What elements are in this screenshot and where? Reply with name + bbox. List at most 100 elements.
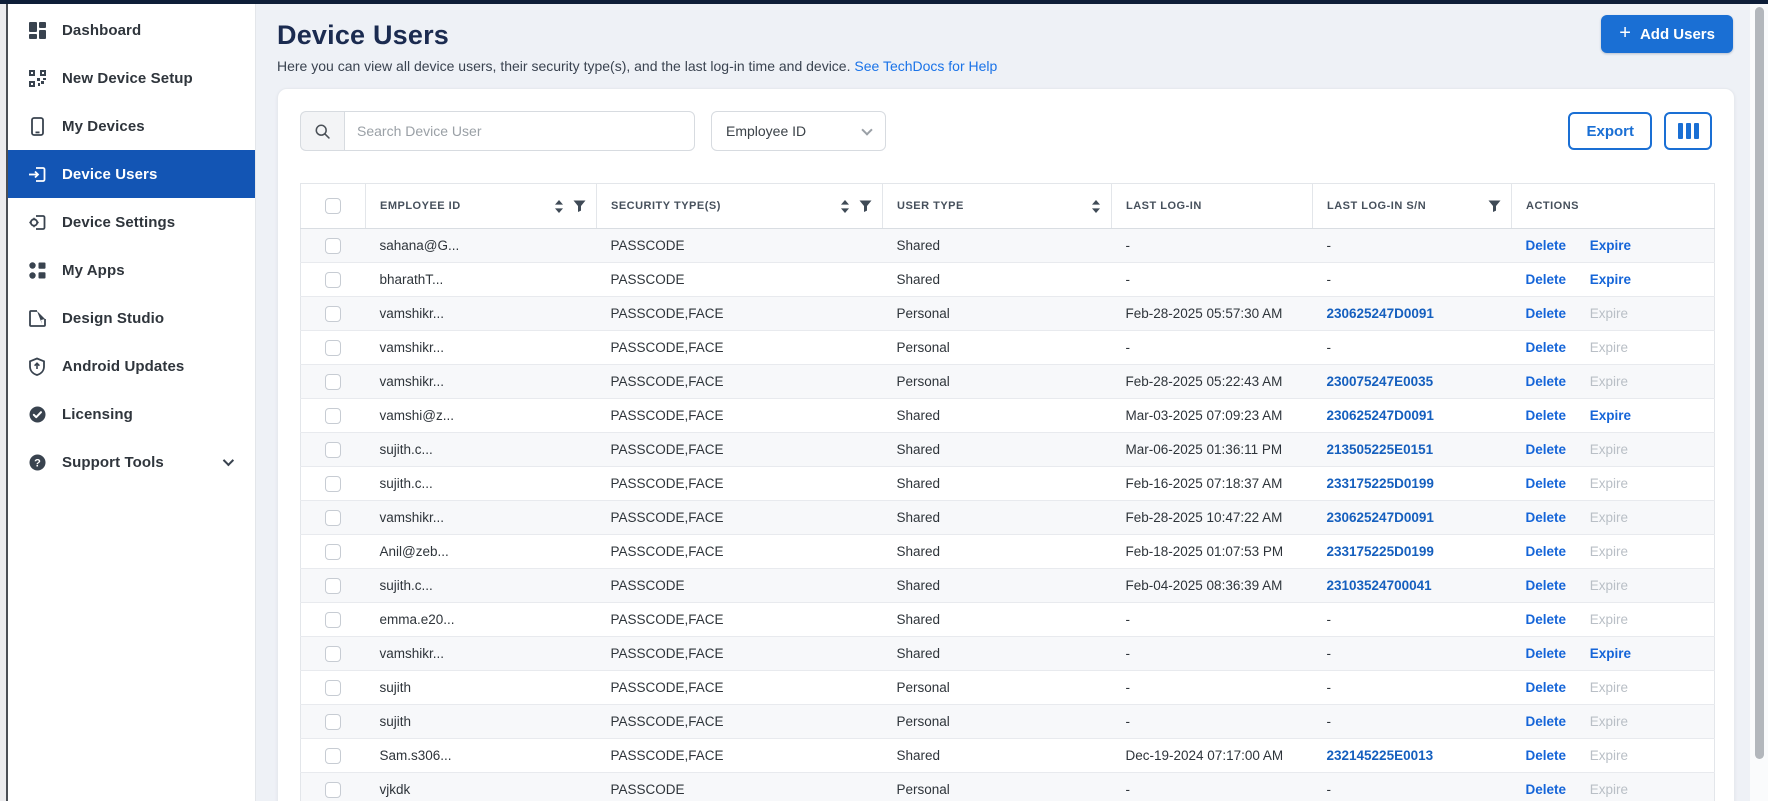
last-login-sn-cell: 230075247E0035 (1312, 364, 1512, 399)
sidebar-item-dashboard[interactable]: Dashboard (8, 6, 255, 54)
row-checkbox[interactable] (325, 747, 342, 764)
delete-link[interactable]: Delete (1526, 578, 1567, 593)
user-type-cell: Shared (882, 228, 1112, 263)
serial-number-link[interactable]: 213505225E0151 (1327, 442, 1434, 457)
filter-icon[interactable] (1488, 200, 1501, 213)
actions-cell: Delete Expire (1511, 228, 1715, 263)
filter-icon[interactable] (573, 200, 586, 213)
sidebar-item-label: New Device Setup (62, 69, 193, 87)
column-settings-button[interactable] (1664, 112, 1712, 150)
row-checkbox[interactable] (325, 679, 342, 696)
sidebar-item-device-settings[interactable]: Device Settings (8, 198, 255, 246)
search-field-dropdown[interactable]: Employee ID (711, 111, 886, 151)
sort-icon[interactable] (840, 199, 850, 213)
row-checkbox[interactable] (325, 441, 342, 458)
actions-cell: Delete Expire (1511, 602, 1715, 637)
sort-icon[interactable] (1091, 199, 1101, 213)
row-checkbox[interactable] (325, 339, 342, 356)
last-login-cell: - (1111, 704, 1313, 739)
scrollbar-thumb[interactable] (1755, 7, 1764, 759)
last-login-sn-cell: 230625247D0091 (1312, 398, 1512, 433)
row-checkbox[interactable] (325, 543, 342, 560)
table-row: vamshikr... PASSCODE,FACE Personal - - D… (300, 330, 1715, 365)
delete-link[interactable]: Delete (1526, 238, 1567, 253)
row-checkbox[interactable] (325, 271, 342, 288)
delete-link[interactable]: Delete (1526, 476, 1567, 491)
search-input[interactable] (344, 111, 695, 151)
sort-icon[interactable] (554, 199, 564, 213)
select-all-checkbox[interactable] (325, 197, 341, 214)
row-checkbox[interactable] (325, 305, 342, 322)
serial-number-link[interactable]: 230625247D0091 (1327, 306, 1434, 321)
delete-link[interactable]: Delete (1526, 680, 1567, 695)
sidebar-item-support-tools[interactable]: ? Support Tools (8, 438, 255, 486)
serial-number-link[interactable]: 23103524700041 (1327, 578, 1432, 593)
serial-number-link[interactable]: 233175225D0199 (1327, 476, 1434, 491)
expire-link[interactable]: Expire (1590, 272, 1631, 287)
last-login-cell: Feb-04-2025 08:36:39 AM (1111, 568, 1313, 603)
table-row: sujith.c... PASSCODE Shared Feb-04-2025 … (300, 568, 1715, 603)
delete-link[interactable]: Delete (1526, 340, 1567, 355)
column-header-last_login[interactable]: LAST LOG-IN (1111, 183, 1313, 229)
delete-link[interactable]: Delete (1526, 510, 1567, 525)
row-checkbox[interactable] (325, 645, 342, 662)
delete-link[interactable]: Delete (1526, 272, 1567, 287)
column-header-security[interactable]: SECURITY TYPE(S) (596, 183, 883, 229)
export-button[interactable]: Export (1568, 112, 1652, 150)
serial-number-link[interactable]: 233175225D0199 (1327, 544, 1434, 559)
phone-icon (26, 115, 48, 137)
security-type-cell: PASSCODE (596, 772, 883, 801)
row-checkbox[interactable] (325, 611, 342, 628)
employee-id-cell: sahana@G... (365, 228, 597, 263)
row-checkbox[interactable] (325, 577, 342, 594)
column-header-user_type[interactable]: USER TYPE (882, 183, 1112, 229)
last-login-sn-cell: - (1312, 772, 1512, 801)
expire-link[interactable]: Expire (1590, 408, 1631, 423)
filter-icon[interactable] (859, 200, 872, 213)
delete-link[interactable]: Delete (1526, 408, 1567, 423)
techdocs-help-link[interactable]: See TechDocs for Help (854, 58, 997, 74)
column-header-actions[interactable]: ACTIONS (1511, 183, 1715, 229)
table-row: vamshikr... PASSCODE,FACE Personal Feb-2… (300, 364, 1715, 399)
delete-link[interactable]: Delete (1526, 714, 1567, 729)
sidebar-item-design-studio[interactable]: Design Studio (8, 294, 255, 342)
delete-link[interactable]: Delete (1526, 442, 1567, 457)
sidebar-item-my-devices[interactable]: My Devices (8, 102, 255, 150)
row-checkbox[interactable] (325, 407, 342, 424)
expire-link[interactable]: Expire (1590, 238, 1631, 253)
scrollbar-track[interactable] (1750, 0, 1768, 801)
serial-number-link[interactable]: 232145225E0013 (1327, 748, 1434, 763)
sidebar-item-android-updates[interactable]: Android Updates (8, 342, 255, 390)
row-checkbox[interactable] (325, 237, 342, 254)
delete-link[interactable]: Delete (1526, 782, 1567, 797)
security-type-cell: PASSCODE,FACE (596, 364, 883, 399)
help-circle-icon: ? (26, 451, 48, 473)
delete-link[interactable]: Delete (1526, 544, 1567, 559)
sidebar-item-label: Android Updates (62, 357, 185, 375)
expire-link: Expire (1589, 680, 1629, 695)
delete-link[interactable]: Delete (1526, 306, 1567, 321)
expire-link[interactable]: Expire (1590, 646, 1631, 661)
sidebar-item-my-apps[interactable]: My Apps (8, 246, 255, 294)
add-users-button[interactable]: + Add Users (1601, 15, 1733, 53)
column-header-employee_id[interactable]: EMPLOYEE ID (365, 183, 597, 229)
delete-link[interactable]: Delete (1526, 748, 1567, 763)
row-checkbox[interactable] (325, 373, 342, 390)
sidebar-item-device-users[interactable]: Device Users (8, 150, 255, 198)
user-type-cell: Shared (882, 636, 1112, 671)
delete-link[interactable]: Delete (1526, 612, 1567, 627)
row-checkbox[interactable] (325, 475, 342, 492)
serial-number-link[interactable]: 230625247D0091 (1327, 408, 1434, 423)
sidebar-item-licensing[interactable]: Licensing (8, 390, 255, 438)
row-checkbox[interactable] (325, 509, 342, 526)
delete-link[interactable]: Delete (1526, 374, 1567, 389)
row-checkbox[interactable] (325, 781, 342, 798)
last-login-sn-cell: - (1312, 636, 1512, 671)
serial-number-link[interactable]: 230625247D0091 (1327, 510, 1434, 525)
last-login-cell: Mar-03-2025 07:09:23 AM (1111, 398, 1313, 433)
column-header-last_login_sn[interactable]: LAST LOG-IN S/N (1312, 183, 1512, 229)
row-checkbox[interactable] (325, 713, 342, 730)
delete-link[interactable]: Delete (1526, 646, 1567, 661)
sidebar-item-new-device-setup[interactable]: New Device Setup (8, 54, 255, 102)
serial-number-link[interactable]: 230075247E0035 (1327, 374, 1434, 389)
